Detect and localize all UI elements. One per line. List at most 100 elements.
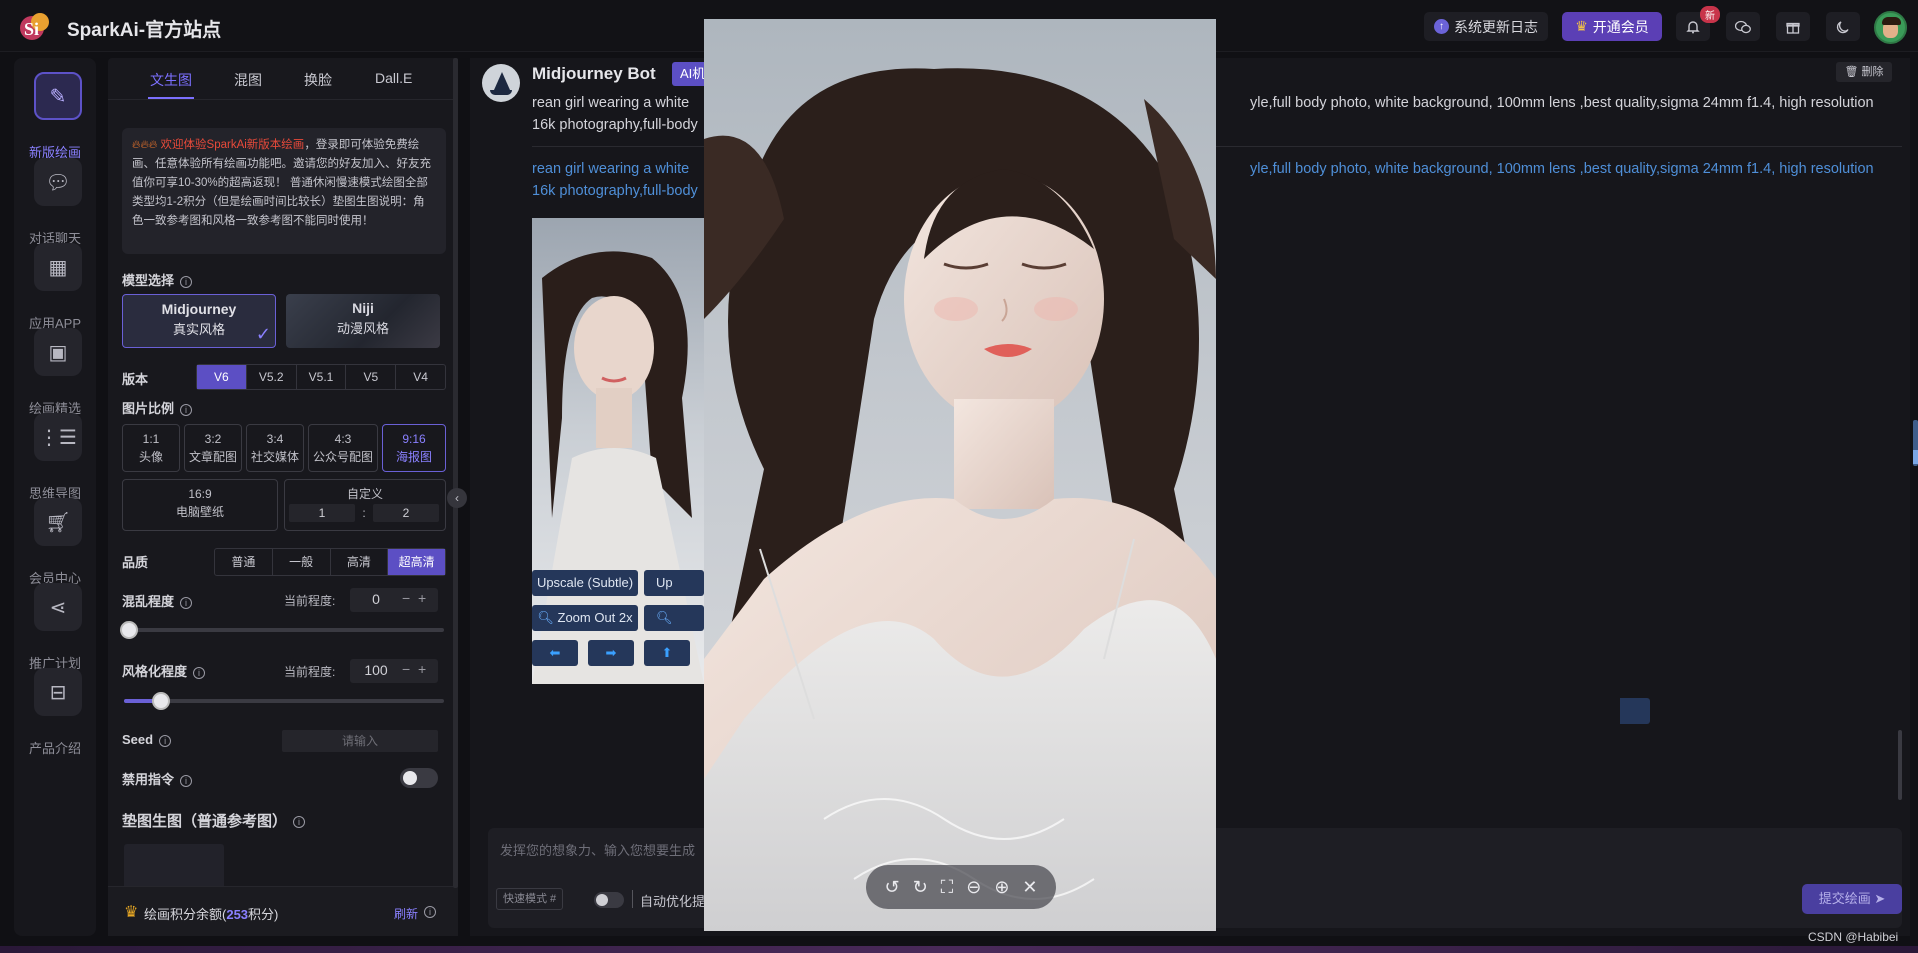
fit-screen-icon[interactable]: ⛶ [941,877,954,898]
info-icon[interactable]: i [293,816,306,829]
tab-blend[interactable]: 混图 [234,70,262,90]
nav-item-gallery[interactable]: ▣ 绘画精选 [14,320,96,416]
prompt-line1-left: rean girl wearing a white [532,95,690,111]
chat-scrollbar[interactable] [1898,730,1902,800]
mindmap-icon: ⋮☰ [34,413,82,461]
zoom-button[interactable]: 🔍︎ [644,605,704,631]
pan-left-button[interactable]: ⬅ [532,640,578,666]
seed-input[interactable]: 请输入 [282,730,438,752]
tab-text-to-image[interactable]: 文生图 [150,70,192,90]
ratio-option[interactable]: 16:9 电脑壁纸 [122,479,278,531]
submit-drawing-button[interactable]: 提交绘画 ➤ [1802,884,1902,914]
site-title[interactable]: SparkAi-官方站点 [67,15,221,42]
vip-label: 开通会员 [1592,18,1649,35]
ratio-option-selected[interactable]: 9:16 海报图 [382,424,446,472]
close-icon[interactable]: ✕ [1022,877,1037,898]
nav-item-mindmap[interactable]: ⋮☰ 思维导图 [14,405,96,501]
tab-dalle[interactable]: Dall.E [375,70,412,86]
quality-option[interactable]: 高清 [331,549,389,575]
minus-icon[interactable]: − [402,661,410,677]
ratio-option[interactable]: 4:3 公众号配图 [308,424,378,472]
plus-icon[interactable]: + [418,661,426,677]
sparkai-logo[interactable]: Si [18,10,52,42]
notice-text: ，登录即可体验免费绘画、任意体验所有绘画功能吧。邀请您的好友加入、好友充值你可享… [132,139,431,227]
delete-button[interactable]: 🗑︎ 删除 [1836,62,1892,82]
ratio-value: 9:16 [402,432,426,446]
upscale-subtle-button[interactable]: Upscale (Subtle) [532,570,638,596]
disable-label: 禁用指令 [122,772,175,787]
info-icon[interactable]: i [180,275,193,288]
auto-optimize-toggle[interactable] [594,892,624,908]
theme-toggle-button[interactable] [1826,12,1860,41]
rotate-left-icon[interactable]: ↺ [884,877,899,898]
info-icon[interactable]: i [180,403,193,416]
image-preview-overlay[interactable] [704,19,1216,931]
chaos-slider-handle[interactable] [120,621,138,639]
tab-face-swap[interactable]: 换脸 [304,70,332,90]
ratio-custom[interactable]: 自定义 1 : 2 [284,479,446,531]
info-icon[interactable]: i [180,596,193,609]
panel-scrollbar[interactable] [453,58,458,888]
rotate-right-icon[interactable]: ↻ [913,877,928,898]
info-icon[interactable]: i [180,774,193,787]
info-icon[interactable]: i [159,734,172,747]
credits-suffix: 积分) [248,907,279,922]
pan-right-button[interactable]: ➡ [588,640,634,666]
ratio-option[interactable]: 3:4 社交媒体 [246,424,304,472]
version-option[interactable]: V4 [396,365,445,389]
update-log-button[interactable]: ↑ 系统更新日志 [1424,12,1548,41]
prompt-line1-left: rean girl wearing a white [532,161,690,177]
model-card-niji[interactable]: Niji 动漫风格 [286,294,440,348]
chaos-stepper[interactable]: 0 − + [350,588,438,612]
refresh-link[interactable]: 刷新 [394,905,418,922]
info-icon[interactable]: i [424,906,436,918]
ratio-value: 1:1 [142,432,160,446]
stylize-slider-handle[interactable] [152,692,170,710]
submit-label: 提交绘画 [1818,891,1871,906]
minus-icon[interactable]: − [402,590,410,606]
disable-command-toggle[interactable] [400,768,438,788]
version-option[interactable]: V5 [346,365,397,389]
nav-item-product[interactable]: ⊟ 产品介绍 [14,660,96,756]
mode-tag[interactable]: 快速模式 # [496,888,564,910]
quality-selector: 普通 一般 高清 超高清 [214,548,446,576]
nav-item-chat[interactable]: 💬︎ 对话聊天 [14,150,96,246]
nav-item-promotion[interactable]: ⋖ 推广计划 [14,575,96,671]
trash-icon: 🗑︎ [1844,66,1859,78]
collapse-panel-button[interactable]: ‹ [447,488,467,508]
cart-icon: 🛒︎ [34,498,82,546]
model-card-midjourney[interactable]: Midjourney 真实风格 ✓ [122,294,276,348]
quality-option[interactable]: 超高清 [388,549,445,575]
version-option[interactable]: V5.1 [297,365,347,389]
custom-height-input[interactable]: 2 [373,504,439,522]
stylize-stepper[interactable]: 100 − + [350,659,438,683]
custom-width-input[interactable]: 1 [289,504,355,522]
gift-button[interactable] [1776,12,1810,41]
zoom-in-icon[interactable]: ⊕ [994,877,1009,898]
nav-item-new-drawing[interactable]: ✎ 新版绘画 [14,64,96,160]
nav-item-apps[interactable]: ▦ 应用APP [14,235,96,331]
edge-scroll-thumb[interactable] [1913,450,1918,464]
ratio-option[interactable]: 1:1 头像 [122,424,180,472]
quality-option[interactable]: 一般 [273,549,331,575]
version-option[interactable]: V5.2 [247,365,297,389]
chevron-left-icon: ‹ [455,491,459,505]
plus-icon[interactable]: + [418,590,426,606]
user-avatar[interactable] [1874,11,1907,44]
ratio-option[interactable]: 3:2 文章配图 [184,424,242,472]
action-button-edge[interactable] [1620,698,1650,724]
nav-item-member[interactable]: 🛒︎ 会员中心 [14,490,96,586]
quality-option[interactable]: 普通 [215,549,273,575]
zoom-out-icon[interactable]: ⊖ [966,877,981,898]
wechat-button[interactable] [1726,12,1760,41]
info-icon[interactable]: i [193,666,206,679]
stylize-slider[interactable] [124,692,444,710]
upscale-button[interactable]: Up [644,570,704,596]
vip-button[interactable]: ♛ 开通会员 [1562,12,1662,41]
ratio-section-label: 图片比例 i [122,398,193,417]
chaos-slider[interactable] [120,621,444,639]
pan-up-button[interactable]: ⬆ [644,640,690,666]
boat-shape [490,90,512,95]
version-option[interactable]: V6 [197,365,247,389]
zoom-out-2x-button[interactable]: 🔍︎ Zoom Out 2x [532,605,638,631]
